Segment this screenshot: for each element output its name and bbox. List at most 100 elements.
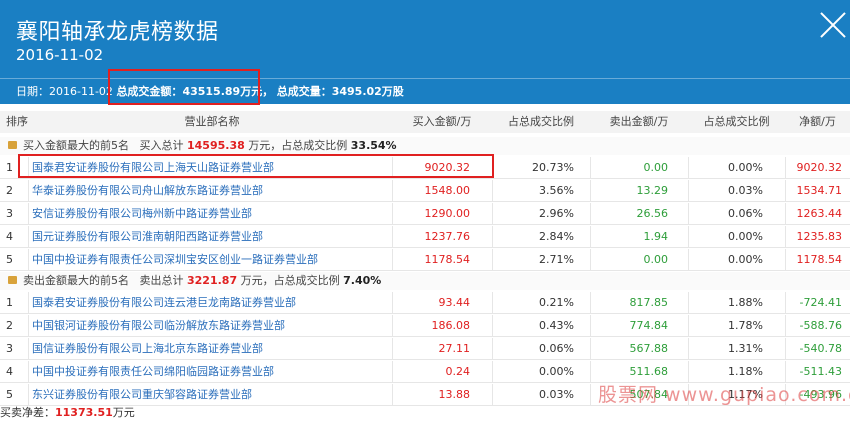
total-volume-label: 总成交量： [276, 85, 332, 98]
table-row: 1 国泰君安证券股份有限公司连云港巨龙南路证券营业部 93.44 0.21% 817.8… [0, 292, 850, 314]
rank-cell: 5 [6, 253, 13, 266]
buy-amount-cell: 13.88 [438, 388, 471, 401]
net-difference: 买卖净差：11373.51万元 [0, 405, 135, 421]
branch-name-link[interactable]: 国泰君安证券股份有限公司连云港巨龙南路证券营业部 [28, 292, 392, 313]
table-row: 1 国泰君安证券股份有限公司上海天山路证券营业部 9020.32 20.73% 0.00… [0, 157, 850, 179]
sell-ratio-cell: 0.00% [728, 161, 763, 174]
col-rank: 排序 [6, 115, 28, 128]
branch-name-link[interactable]: 华泰证券股份有限公司舟山解放东路证券营业部 [28, 180, 392, 201]
page-header: 襄阳轴承龙虎榜数据 2016-11-02 日期：2016-11-02 总成交金额… [0, 0, 850, 104]
trade-summary: 日期：2016-11-02 总成交金额：43515.89万元， 总成交量：349… [16, 83, 404, 99]
buy-ratio-cell: 2.96% [539, 207, 574, 220]
lock-icon [8, 141, 17, 149]
rank-cell: 1 [6, 161, 13, 174]
sell-amount-cell: 774.84 [629, 319, 669, 332]
table-row: 2 华泰证券股份有限公司舟山解放东路证券营业部 1548.00 3.56% 13.29 0… [0, 180, 850, 202]
watermark: 股票网 www.gupiao.com.cn [598, 384, 850, 406]
sell-total-label: 卖出总计 [139, 274, 184, 287]
table-header: 排序 营业部名称 买入金额/万 占总成交比例 卖出金额/万 占总成交比例 净额/… [0, 111, 850, 133]
table-row: 5 中国中投证券有限责任公司深圳宝安区创业一路证券营业部 1178.54 2.71% 0… [0, 249, 850, 271]
report-date: 2016-11-02 [16, 46, 104, 64]
branch-name-link[interactable]: 中国银河证券股份有限公司临汾解放东路证券营业部 [28, 315, 392, 336]
net-amount-cell: -724.41 [799, 296, 842, 309]
lock-icon [8, 276, 17, 284]
buy-ratio-cell: 0.03% [539, 388, 574, 401]
buy-ratio-cell: 0.21% [539, 296, 574, 309]
total-volume: 3495.02万股 [331, 85, 404, 98]
sell-total-value: 3221.87 [187, 274, 238, 287]
rank-cell: 3 [6, 207, 13, 220]
buy-section-header: 买入金额最大的前5名 买入总计 14595.38 万元，占总成交比例 33.54… [0, 137, 850, 155]
net-amount-cell: 1178.54 [796, 253, 843, 266]
close-icon[interactable] [818, 10, 848, 40]
buy-total-value: 14595.38 [187, 139, 245, 152]
buy-ratio-cell: 2.71% [539, 253, 574, 266]
rank-cell: 4 [6, 230, 13, 243]
col-net-amount: 净额/万 [799, 115, 836, 128]
sell-ratio-cell: 0.00% [728, 253, 763, 266]
buy-amount-cell: 1237.76 [424, 230, 471, 243]
sell-unit-text: 万元，占总成交比例 [240, 274, 340, 287]
summary-date-label: 日期： [16, 85, 49, 98]
rank-cell: 3 [6, 342, 13, 355]
sell-ratio: 7.40% [343, 274, 382, 287]
buy-ratio-cell: 0.00% [539, 365, 574, 378]
buy-amount-cell: 9020.32 [424, 161, 471, 174]
sell-amount-cell: 13.29 [636, 184, 669, 197]
sell-amount-cell: 1.94 [643, 230, 669, 243]
net-amount-cell: -511.43 [799, 365, 842, 378]
buy-amount-cell: 27.11 [438, 342, 471, 355]
page-title: 襄阳轴承龙虎榜数据 [16, 20, 219, 45]
total-amount: 43515.89万元， [182, 85, 274, 98]
net-amount-cell: 1263.44 [796, 207, 843, 220]
buy-amount-cell: 93.44 [438, 296, 471, 309]
buy-ratio-cell: 3.56% [539, 184, 574, 197]
rank-cell: 5 [6, 388, 13, 401]
branch-name-link[interactable]: 安信证券股份有限公司梅州新中路证券营业部 [28, 203, 392, 224]
col-buy-ratio: 占总成交比例 [508, 115, 574, 128]
branch-name-link[interactable]: 国信证券股份有限公司上海北京东路证券营业部 [28, 338, 392, 359]
table-row: 3 安信证券股份有限公司梅州新中路证券营业部 1290.00 2.96% 26.56 0.… [0, 203, 850, 225]
branch-name-link[interactable]: 东兴证券股份有限公司重庆邹容路证券营业部 [28, 384, 392, 405]
sell-ratio-cell: 1.88% [728, 296, 763, 309]
buy-ratio: 33.54% [350, 139, 397, 152]
sell-amount-cell: 26.56 [636, 207, 669, 220]
net-value: 11373.51 [55, 406, 113, 419]
table-row: 3 国信证券股份有限公司上海北京东路证券营业部 27.11 0.06% 567.88 1.… [0, 338, 850, 360]
net-amount-cell: 9020.32 [796, 161, 843, 174]
sell-ratio-cell: 0.00% [728, 230, 763, 243]
net-amount-cell: 1235.83 [796, 230, 843, 243]
buy-ratio-cell: 20.73% [532, 161, 574, 174]
sell-ratio-cell: 0.06% [728, 207, 763, 220]
col-branch-name: 营业部名称 [184, 115, 240, 128]
sell-amount-cell: 0.00 [643, 161, 669, 174]
sell-section-header: 卖出金额最大的前5名 卖出总计 3221.87 万元，占总成交比例 7.40% [0, 272, 850, 290]
branch-name-link[interactable]: 中国中投证券有限责任公司深圳宝安区创业一路证券营业部 [28, 249, 392, 270]
buy-amount-cell: 1290.00 [424, 207, 471, 220]
buy-ratio-cell: 2.84% [539, 230, 574, 243]
col-sell-ratio: 占总成交比例 [703, 115, 770, 128]
rank-cell: 4 [6, 365, 13, 378]
table-row: 2 中国银河证券股份有限公司临汾解放东路证券营业部 186.08 0.43% 774.8… [0, 315, 850, 337]
sell-amount-cell: 817.85 [629, 296, 669, 309]
net-amount-cell: -540.78 [799, 342, 842, 355]
buy-amount-cell: 1178.54 [424, 253, 471, 266]
net-amount-cell: -588.76 [799, 319, 842, 332]
rank-cell: 2 [6, 319, 13, 332]
buy-ratio-cell: 0.43% [539, 319, 574, 332]
branch-name-link[interactable]: 国元证券股份有限公司淮南朝阳西路证券营业部 [28, 226, 392, 247]
sell-amount-cell: 0.00 [643, 253, 669, 266]
buy-total-label: 买入总计 [139, 139, 184, 152]
col-sell-amount: 卖出金额/万 [609, 115, 669, 128]
net-amount-cell: 1534.71 [796, 184, 843, 197]
branch-name-link[interactable]: 国泰君安证券股份有限公司上海天山路证券营业部 [28, 157, 392, 178]
sell-ratio-cell: 1.31% [728, 342, 763, 355]
header-divider [0, 78, 850, 79]
net-unit: 万元 [112, 406, 135, 419]
branch-name-link[interactable]: 中国中投证券有限责任公司绵阳临园路证券营业部 [28, 361, 392, 382]
buy-amount-cell: 1548.00 [424, 184, 471, 197]
summary-date: 2016-11-02 [49, 85, 113, 98]
rank-cell: 1 [6, 296, 13, 309]
buy-ratio-cell: 0.06% [539, 342, 574, 355]
col-buy-amount: 买入金额/万 [412, 115, 472, 128]
